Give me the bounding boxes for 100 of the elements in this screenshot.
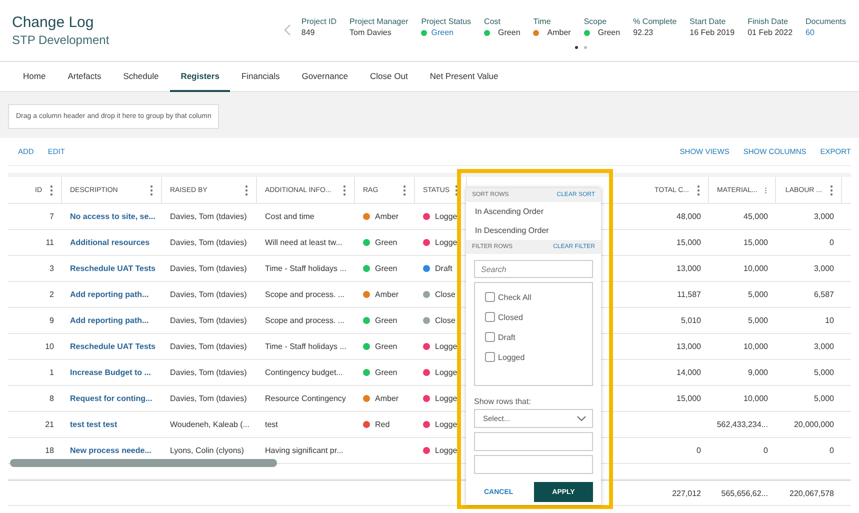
table-cell: 0 (830, 446, 834, 455)
value-field[interactable] (474, 432, 593, 451)
metric-label: Project Status (421, 16, 472, 27)
metric-label: Start Date (690, 16, 727, 27)
table-cell: Red (375, 420, 390, 429)
column-menu-icon[interactable] (245, 184, 248, 196)
metric-value: Green (431, 27, 454, 38)
metric-label: Project Manager (350, 16, 408, 27)
description-link[interactable]: Request for conting... (70, 394, 152, 403)
table-cell: 3,000 (814, 212, 834, 221)
table-cell: Davies, Tom (tdavies) (170, 394, 247, 403)
description-link[interactable]: Additional resources (70, 238, 150, 247)
horizontal-scrollbar[interactable] (10, 459, 277, 467)
description-link[interactable]: No access to site, se... (70, 212, 156, 221)
table-cell: Logge (435, 238, 458, 247)
table-cell: 9,000 (748, 368, 768, 377)
table-cell: Draft (435, 264, 452, 273)
table-cell: Davies, Tom (tdavies) (170, 316, 247, 325)
tab[interactable]: Governance (290, 62, 360, 92)
table-cell: Logge (435, 342, 458, 351)
table-cell: Woudeneh, Kaleab (... (170, 420, 250, 429)
description-link[interactable]: Reschedule UAT Tests (70, 342, 156, 351)
chevron-down-icon (577, 416, 586, 421)
table-cell: 20,000,000 (794, 420, 834, 429)
total-cell: 220,067,578 (790, 488, 834, 498)
tab[interactable]: Net Present Value (418, 62, 510, 92)
table-cell: 10 (825, 316, 834, 325)
table-cell: Green (375, 342, 398, 351)
table-cell: 0 (830, 238, 834, 247)
table-cell: 3,000 (814, 264, 834, 273)
table-cell: 45,000 (744, 212, 768, 221)
tab[interactable]: Schedule (112, 62, 170, 92)
tab[interactable]: Close Out (359, 62, 419, 92)
table-cell: 15,000 (676, 238, 701, 247)
tab[interactable]: Financials (230, 62, 291, 92)
table-cell: 10,000 (744, 264, 768, 273)
checkbox[interactable] (485, 352, 495, 362)
metric-label: % Complete (633, 16, 677, 27)
description-link[interactable]: Increase Budget to ... (70, 368, 151, 377)
table-cell: test (265, 420, 278, 429)
table-cell: 6,587 (814, 290, 834, 299)
table-cell: Davies, Tom (tdavies) (170, 342, 247, 351)
table-cell: Davies, Tom (tdavies) (170, 264, 247, 273)
table-cell: Amber (375, 394, 399, 403)
checkbox[interactable] (485, 292, 495, 302)
table-cell: 18 (45, 446, 54, 455)
table-cell: Contingency budget... (265, 368, 343, 377)
description-link[interactable]: Add reporting path... (70, 316, 149, 325)
table-cell: 0 (696, 446, 701, 455)
table-cell: 48,000 (676, 212, 701, 221)
table-cell: 7 (50, 212, 54, 221)
table-cell: Time - Staff holidays ... (265, 264, 346, 273)
table-cell: Will need at least tw... (265, 238, 342, 247)
checkbox-label: Draft (498, 332, 516, 342)
checkbox[interactable] (485, 332, 495, 342)
project-name: STP Development (12, 32, 110, 48)
column-menu-icon[interactable] (403, 184, 406, 196)
sort-option[interactable]: In Ascending Order (466, 202, 601, 221)
column-menu-icon[interactable] (830, 184, 833, 196)
table-cell: Resource Contingency (265, 394, 346, 403)
column-menu-icon[interactable] (697, 184, 700, 196)
tab[interactable]: Artefacts (56, 62, 112, 92)
tab[interactable]: Home (12, 62, 57, 92)
pager-dot[interactable] (584, 46, 588, 49)
column-menu-icon[interactable] (455, 184, 458, 196)
table-cell: Green (375, 264, 398, 273)
pager-dot[interactable] (575, 46, 578, 49)
table-cell: Logge (435, 420, 458, 429)
search-field[interactable]: Search (474, 260, 593, 278)
column-menu-icon[interactable] (50, 184, 53, 196)
table-cell: Davies, Tom (tdavies) (170, 238, 247, 247)
table-cell: 5,000 (814, 394, 834, 403)
table-cell: 0 (764, 446, 768, 455)
description-link[interactable]: Add reporting path... (70, 290, 149, 299)
description-link[interactable]: Reschedule UAT Tests (70, 264, 156, 273)
table-cell: 10,000 (744, 342, 768, 351)
documents-link[interactable]: 60 (806, 27, 814, 38)
table-cell: 9 (50, 316, 54, 325)
table-cell: Amber (375, 212, 399, 221)
metric-value: 01 Feb 2022 (748, 27, 793, 38)
column-menu-icon[interactable] (343, 184, 346, 196)
table-cell: 562,433,234... (716, 420, 768, 429)
table-cell: Close (435, 316, 456, 325)
metric-label: Cost (484, 16, 502, 27)
description-link[interactable]: New process neede... (70, 446, 152, 455)
table-cell: Green (375, 238, 398, 247)
table-cell: Logge (435, 368, 458, 377)
table-cell: Lyons, Colin (clyons) (170, 446, 244, 455)
checkbox[interactable] (485, 312, 495, 322)
description-link[interactable]: test test test (70, 420, 118, 429)
table-cell: Time - Staff holidays ... (265, 342, 346, 351)
table-cell: 15,000 (744, 238, 768, 247)
value-field[interactable] (474, 455, 593, 474)
table-cell: 21 (45, 420, 54, 429)
table-cell: 5,000 (748, 290, 768, 299)
metric-label: Finish Date (748, 16, 790, 27)
sort-option[interactable]: In Descending Order (466, 221, 601, 240)
column-menu-icon[interactable] (150, 184, 153, 196)
metric-label: Project ID (301, 16, 337, 27)
table-cell: Cost and time (265, 212, 314, 221)
